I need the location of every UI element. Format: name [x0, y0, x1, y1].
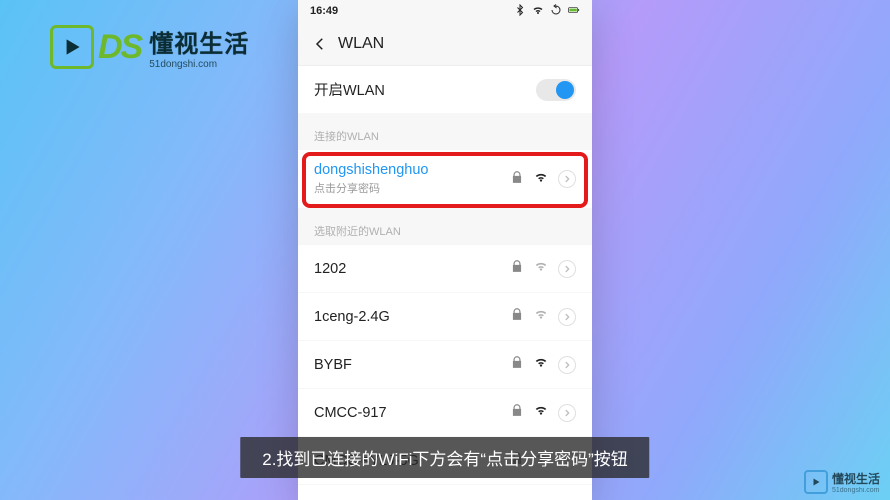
wlan-toggle-row[interactable]: 开启WLAN [298, 66, 592, 114]
chevron-left-icon [311, 35, 329, 53]
back-button[interactable] [306, 35, 334, 53]
network-ssid: CMCC-917 [314, 405, 510, 421]
lock-icon [510, 259, 524, 278]
chevron-right-icon [562, 312, 572, 322]
brand-logo-left: DS 懂视生活 51dongshi.com [50, 24, 249, 70]
lock-icon [510, 170, 524, 189]
detail-button[interactable] [558, 170, 576, 188]
wlan-toggle-switch[interactable] [536, 79, 576, 101]
bluetooth-icon [514, 4, 526, 19]
wifi-signal-icon [534, 403, 548, 422]
network-row[interactable]: CMCC-917 [298, 389, 592, 437]
play-icon [804, 470, 828, 494]
brand-title: 懂视生活 [832, 470, 880, 487]
status-bar: 16:49 [298, 0, 592, 22]
brand-ds: DS [98, 28, 141, 67]
wifi-signal-icon [534, 170, 548, 189]
brand-logo-right: 懂视生活 51dongshi.com [804, 470, 880, 494]
network-row[interactable]: CU_h54M [298, 485, 592, 500]
brand-site: 51dongshi.com [832, 487, 880, 494]
phone-frame: 16:49 WLAN 开启WLAN 连接的WLAN dongshishenghu… [298, 0, 592, 500]
network-row[interactable]: 1202 [298, 245, 592, 293]
detail-button[interactable] [558, 260, 576, 278]
battery-icon [568, 4, 580, 19]
wifi-signal-icon [534, 259, 548, 278]
lock-icon [510, 307, 524, 326]
rotation-icon [550, 4, 562, 19]
chevron-right-icon [562, 408, 572, 418]
wifi-signal-icon [534, 355, 548, 374]
network-row[interactable]: BYBF [298, 341, 592, 389]
chevron-right-icon [562, 264, 572, 274]
page-title: WLAN [338, 35, 384, 53]
section-nearby: 选取附近的WLAN [298, 209, 592, 245]
network-ssid: 1ceng-2.4G [314, 309, 510, 325]
wlan-toggle-label: 开启WLAN [314, 79, 536, 100]
network-row[interactable]: 1ceng-2.4G [298, 293, 592, 341]
play-icon [50, 25, 94, 69]
lock-icon [510, 403, 524, 422]
status-time: 16:49 [310, 5, 338, 17]
brand-site: 51dongshi.com [149, 59, 249, 70]
lock-icon [510, 355, 524, 374]
brand-title: 懂视生活 [149, 24, 249, 59]
title-bar: WLAN [298, 22, 592, 66]
detail-button[interactable] [558, 404, 576, 422]
wifi-signal-icon [534, 307, 548, 326]
wlan-list: 开启WLAN 连接的WLAN dongshishenghuo 点击分享密码 选取… [298, 66, 592, 500]
chevron-right-icon [562, 174, 572, 184]
chevron-right-icon [562, 360, 572, 370]
connected-sub: 点击分享密码 [314, 180, 510, 196]
detail-button[interactable] [558, 356, 576, 374]
connected-ssid: dongshishenghuo [314, 162, 510, 178]
network-ssid: BYBF [314, 357, 510, 373]
connected-network-row[interactable]: dongshishenghuo 点击分享密码 [298, 150, 592, 209]
wifi-icon [532, 4, 544, 19]
tutorial-caption: 2.找到已连接的WiFi下方会有“点击分享密码”按钮 [240, 437, 649, 478]
section-connected: 连接的WLAN [298, 114, 592, 150]
network-ssid: 1202 [314, 261, 510, 277]
detail-button[interactable] [558, 308, 576, 326]
